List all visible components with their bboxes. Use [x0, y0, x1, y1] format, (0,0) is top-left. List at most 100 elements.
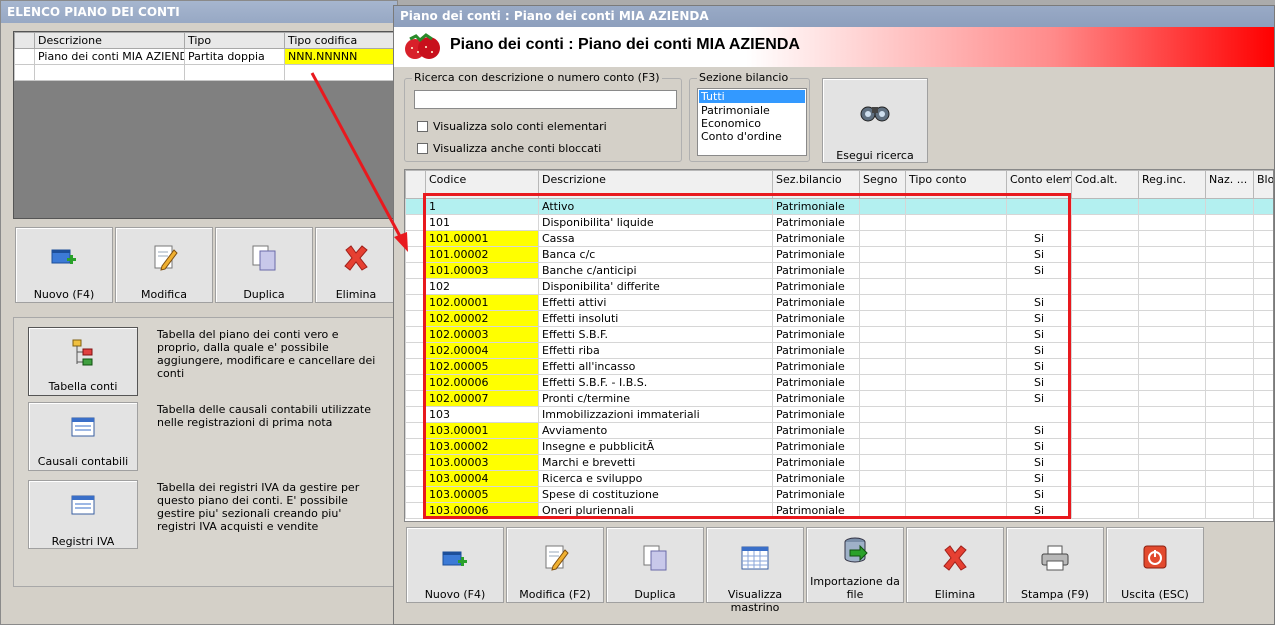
table-row[interactable]: 103.00004 Ricerca e sviluppo Patrimoniale S… [405, 470, 1273, 487]
cell-conto-elem[interactable]: Si [1006, 246, 1072, 263]
cell-descrizione[interactable]: Banca c/c [538, 246, 773, 263]
anche-bloccati-checkbox[interactable] [417, 143, 428, 154]
cell-descrizione[interactable]: Cassa [538, 230, 773, 247]
cell-cod-alt[interactable] [1071, 214, 1139, 231]
cell-tipo-conto[interactable] [905, 374, 1007, 391]
table-row[interactable]: 103.00005 Spese di costituzione Patrimonia… [405, 486, 1273, 503]
table-row[interactable]: 101.00002 Banca c/c Patrimoniale Si [405, 246, 1273, 263]
stampa-button[interactable]: Stampa (F9) [1006, 527, 1104, 603]
cell-bloc[interactable] [1253, 470, 1273, 487]
cell-bloc[interactable] [1253, 214, 1273, 231]
cell-conto-elem[interactable]: Si [1006, 342, 1072, 359]
cell-codice[interactable]: 102.00007 [425, 390, 539, 407]
cell-descrizione[interactable]: Ricerca e sviluppo [538, 470, 773, 487]
cell-bloc[interactable] [1253, 278, 1273, 295]
cell-sez-bilancio[interactable]: Patrimoniale [772, 390, 860, 407]
elimina-button[interactable]: Elimina [315, 227, 397, 303]
sezione-option-tutti[interactable]: Tutti [699, 90, 805, 103]
cell-descrizione[interactable]: Effetti insoluti [538, 310, 773, 327]
cell-tipo-conto[interactable] [905, 246, 1007, 263]
sezione-option-patrimoniale[interactable]: Patrimoniale [698, 104, 806, 117]
cell-codice[interactable]: 102.00001 [425, 294, 539, 311]
cell-tipo-conto[interactable] [905, 342, 1007, 359]
cell-tipo-conto[interactable] [905, 326, 1007, 343]
cell-segno[interactable] [859, 454, 906, 471]
cell-tipo-conto[interactable] [905, 278, 1007, 295]
tabella-conti-button[interactable]: Tabella conti [28, 327, 138, 396]
cell-bloc[interactable] [1253, 486, 1273, 503]
cell-tipo-conto[interactable] [905, 310, 1007, 327]
cell-cod-alt[interactable] [1071, 262, 1139, 279]
cell-descrizione[interactable]: Oneri pluriennali [538, 502, 773, 519]
cell-cod-alt[interactable] [1071, 486, 1139, 503]
cell-segno[interactable] [859, 358, 906, 375]
cell-segno[interactable] [859, 342, 906, 359]
cell-tipo-conto[interactable] [905, 502, 1007, 519]
cell-reg-inc[interactable] [1138, 326, 1206, 343]
sezione-bilancio-listbox[interactable]: Tutti Patrimoniale Economico Conto d'ord… [697, 88, 807, 156]
duplica-button[interactable]: Duplica [215, 227, 313, 303]
cell-conto-elem[interactable]: Si [1006, 422, 1072, 439]
cell-conto-elem[interactable]: Si [1006, 230, 1072, 247]
cell-naz[interactable] [1205, 374, 1254, 391]
table-row[interactable]: 102.00001 Effetti attivi Patrimoniale Si [405, 294, 1273, 311]
cell-descrizione[interactable]: Marchi e brevetti [538, 454, 773, 471]
cell-descrizione[interactable]: Immobilizzazioni immateriali [538, 406, 773, 423]
cell-naz[interactable] [1205, 262, 1254, 279]
cell-reg-inc[interactable] [1138, 294, 1206, 311]
cell-cod-alt[interactable] [1071, 198, 1139, 215]
uscita-button[interactable]: Uscita (ESC) [1106, 527, 1204, 603]
cell-sez-bilancio[interactable]: Patrimoniale [772, 454, 860, 471]
cell-tipo-conto[interactable] [905, 358, 1007, 375]
cell-reg-inc[interactable] [1138, 278, 1206, 295]
table-row[interactable]: 101.00001 Cassa Patrimoniale Si [405, 230, 1273, 247]
cell-descrizione[interactable]: Piano dei conti MIA AZIENDA [34, 48, 185, 65]
col-header-codice[interactable]: Codice [425, 170, 539, 199]
cell-segno[interactable] [859, 406, 906, 423]
cell-cod-alt[interactable] [1071, 438, 1139, 455]
cell-descrizione[interactable]: Effetti S.B.F. [538, 326, 773, 343]
cell-reg-inc[interactable] [1138, 230, 1206, 247]
modifica-button[interactable]: Modifica [115, 227, 213, 303]
cell-codice[interactable]: 102 [425, 278, 539, 295]
cell-segno[interactable] [859, 502, 906, 519]
esegui-ricerca-button[interactable]: Esegui ricerca [822, 78, 928, 163]
col-header-tipo-conto[interactable]: Tipo conto [905, 170, 1007, 199]
sezione-option-economico[interactable]: Economico [698, 117, 806, 130]
table-row[interactable]: 102.00002 Effetti insoluti Patrimoniale Si [405, 310, 1273, 327]
cell-reg-inc[interactable] [1138, 438, 1206, 455]
cell-segno[interactable] [859, 422, 906, 439]
cell-naz[interactable] [1205, 294, 1254, 311]
cell-conto-elem[interactable] [1006, 278, 1072, 295]
cell-cod-alt[interactable] [1071, 230, 1139, 247]
col-header-bloc[interactable]: Bloc [1253, 170, 1273, 199]
col-header-sez-bilancio[interactable]: Sez.bilancio [772, 170, 860, 199]
col-header-conto-elem[interactable]: Conto elem. [1006, 170, 1072, 199]
cell-bloc[interactable] [1253, 358, 1273, 375]
cell-tipo[interactable]: Partita doppia [184, 48, 285, 65]
cell-tipo-conto[interactable] [905, 470, 1007, 487]
cell-conto-elem[interactable]: Si [1006, 294, 1072, 311]
modifica-conto-button[interactable]: Modifica (F2) [506, 527, 604, 603]
cell-sez-bilancio[interactable]: Patrimoniale [772, 198, 860, 215]
cell-conto-elem[interactable]: Si [1006, 470, 1072, 487]
cell-tipo-conto[interactable] [905, 422, 1007, 439]
cell-reg-inc[interactable] [1138, 454, 1206, 471]
cell-reg-inc[interactable] [1138, 406, 1206, 423]
search-input[interactable] [414, 90, 677, 109]
cell-codice[interactable]: 103 [425, 406, 539, 423]
cell-sez-bilancio[interactable]: Patrimoniale [772, 486, 860, 503]
cell-naz[interactable] [1205, 470, 1254, 487]
cell-tipo-conto[interactable] [905, 454, 1007, 471]
cell-sez-bilancio[interactable]: Patrimoniale [772, 278, 860, 295]
cell-codice[interactable]: 101.00003 [425, 262, 539, 279]
cell-tipo-conto[interactable] [905, 294, 1007, 311]
cell-codice[interactable]: 1 [425, 198, 539, 215]
cell-cod-alt[interactable] [1071, 470, 1139, 487]
cell-sez-bilancio[interactable]: Patrimoniale [772, 438, 860, 455]
cell-bloc[interactable] [1253, 262, 1273, 279]
cell-sez-bilancio[interactable]: Patrimoniale [772, 214, 860, 231]
cell-naz[interactable] [1205, 278, 1254, 295]
cell-reg-inc[interactable] [1138, 470, 1206, 487]
cell-conto-elem[interactable] [1006, 198, 1072, 215]
